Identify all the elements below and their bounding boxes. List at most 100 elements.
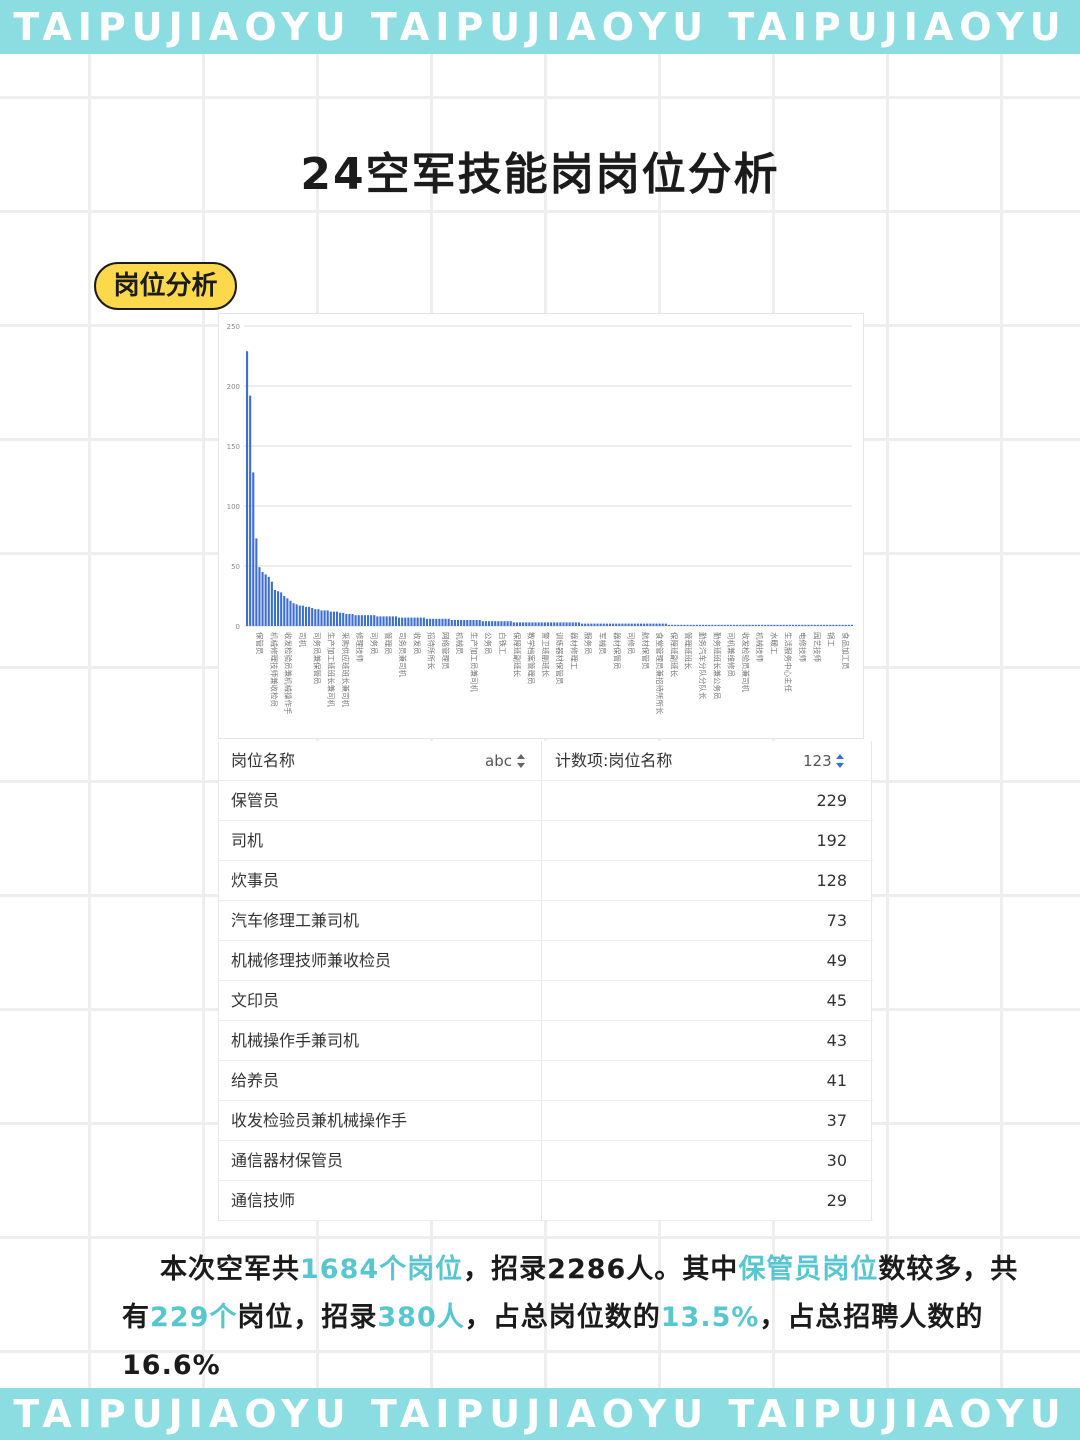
bar[interactable]	[751, 624, 754, 626]
bar[interactable]	[366, 615, 370, 626]
bar[interactable]	[410, 617, 413, 626]
bar[interactable]	[323, 610, 326, 626]
bar[interactable]	[574, 622, 577, 626]
bar[interactable]	[398, 617, 401, 626]
sort-icon[interactable]	[516, 753, 526, 769]
bar[interactable]	[311, 608, 314, 626]
bar[interactable]	[829, 624, 832, 626]
bar[interactable]	[599, 623, 602, 626]
bar[interactable]	[339, 612, 342, 626]
bar[interactable]	[444, 618, 447, 626]
bar[interactable]	[422, 617, 425, 626]
bar[interactable]	[795, 624, 798, 626]
table-row[interactable]: 给养员 41	[219, 1061, 873, 1101]
bar[interactable]	[308, 606, 311, 626]
bar[interactable]	[435, 618, 438, 626]
bar[interactable]	[605, 623, 608, 626]
bar[interactable]	[714, 624, 717, 626]
bar[interactable]	[258, 567, 261, 626]
bar[interactable]	[754, 624, 757, 626]
bar[interactable]	[798, 624, 801, 626]
bar[interactable]	[776, 624, 779, 626]
bar[interactable]	[593, 623, 596, 626]
bar[interactable]	[391, 616, 394, 626]
bar[interactable]	[360, 615, 363, 626]
bar[interactable]	[388, 616, 391, 626]
bar[interactable]	[503, 621, 506, 626]
bar[interactable]	[301, 605, 304, 626]
bar[interactable]	[615, 623, 618, 626]
bar[interactable]	[608, 623, 612, 626]
bar[interactable]	[804, 624, 807, 626]
bar[interactable]	[432, 618, 435, 626]
bar[interactable]	[646, 623, 649, 626]
bar[interactable]	[407, 617, 410, 626]
table-row[interactable]: 机械操作手兼司机 43	[219, 1021, 873, 1061]
bar[interactable]	[466, 620, 469, 626]
bar[interactable]	[289, 600, 292, 626]
bar[interactable]	[382, 616, 385, 626]
bar[interactable]	[277, 591, 280, 626]
bar[interactable]	[267, 576, 270, 626]
bar[interactable]	[655, 623, 658, 626]
bar[interactable]	[370, 615, 373, 626]
bar[interactable]	[838, 624, 841, 626]
table-row[interactable]: 收发检验员兼机械操作手 37	[219, 1101, 873, 1141]
bar[interactable]	[847, 624, 850, 626]
table-row[interactable]: 炊事员 128	[219, 861, 873, 901]
bar[interactable]	[453, 620, 456, 626]
bar[interactable]	[494, 621, 497, 626]
bar[interactable]	[612, 623, 615, 626]
bar[interactable]	[525, 622, 528, 626]
bar[interactable]	[500, 621, 503, 626]
bar[interactable]	[723, 624, 726, 626]
bar[interactable]	[416, 617, 419, 626]
bar[interactable]	[729, 624, 733, 626]
bar[interactable]	[661, 623, 664, 626]
bar[interactable]	[460, 620, 463, 626]
bar[interactable]	[698, 624, 701, 626]
bar[interactable]	[441, 618, 444, 626]
bar[interactable]	[813, 624, 816, 626]
bar[interactable]	[801, 624, 804, 626]
table-row[interactable]: 机械修理技师兼收检员 49	[219, 941, 873, 981]
bar[interactable]	[785, 624, 788, 626]
bar[interactable]	[320, 610, 323, 626]
bar[interactable]	[342, 612, 345, 626]
bar[interactable]	[515, 622, 518, 626]
bar[interactable]	[379, 616, 382, 626]
bar[interactable]	[562, 622, 565, 626]
bar[interactable]	[531, 622, 534, 626]
bar[interactable]	[357, 615, 360, 626]
bar[interactable]	[512, 622, 515, 626]
bar[interactable]	[419, 617, 422, 626]
bar[interactable]	[844, 624, 847, 626]
bar[interactable]	[553, 622, 556, 626]
bar[interactable]	[314, 609, 317, 626]
bar[interactable]	[273, 590, 277, 626]
bar[interactable]	[385, 616, 388, 626]
bar[interactable]	[664, 623, 667, 626]
bar[interactable]	[627, 623, 630, 626]
bar[interactable]	[760, 624, 764, 626]
bar[interactable]	[767, 624, 770, 626]
bar[interactable]	[596, 623, 599, 626]
bar[interactable]	[537, 622, 540, 626]
bar[interactable]	[742, 624, 745, 626]
bar[interactable]	[680, 624, 683, 626]
bar[interactable]	[438, 618, 441, 626]
bar[interactable]	[624, 623, 627, 626]
bar[interactable]	[708, 624, 711, 626]
bar[interactable]	[351, 614, 354, 626]
bar[interactable]	[736, 624, 739, 626]
bar[interactable]	[543, 622, 546, 626]
bar[interactable]	[819, 624, 822, 626]
bar[interactable]	[246, 351, 249, 626]
bar[interactable]	[556, 622, 559, 626]
bar[interactable]	[546, 622, 549, 626]
bar[interactable]	[540, 622, 543, 626]
bar[interactable]	[717, 624, 720, 626]
bar[interactable]	[791, 624, 795, 626]
bar[interactable]	[447, 618, 450, 626]
table-row[interactable]: 文印员 45	[219, 981, 873, 1021]
